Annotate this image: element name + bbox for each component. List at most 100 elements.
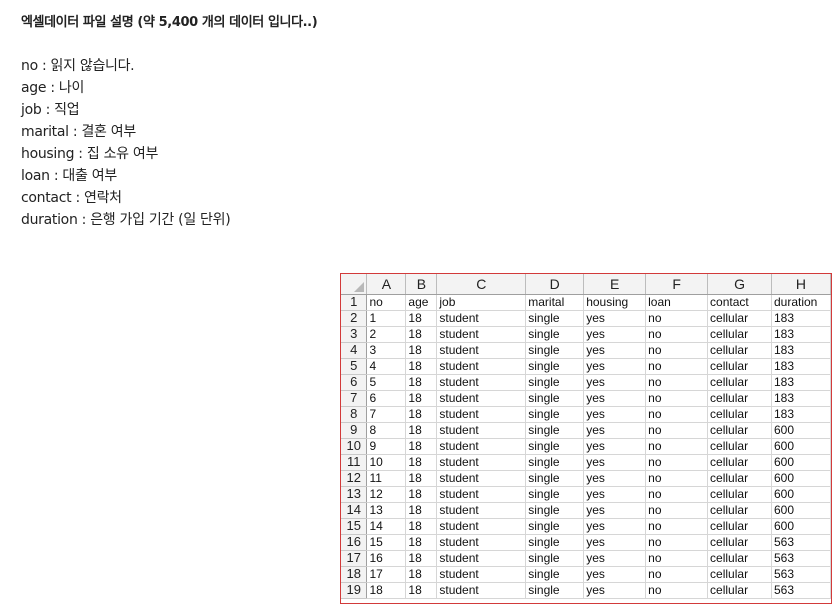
- table-cell: 15: [366, 534, 407, 551]
- table-cell: single: [525, 422, 585, 439]
- table-cell: cellular: [707, 550, 772, 567]
- table-cell: single: [525, 518, 585, 535]
- table-row: 3 2 18 student single yes no cellular 183: [341, 326, 831, 343]
- row-number: 14: [341, 502, 368, 519]
- table-cell: 600: [771, 422, 831, 439]
- table-cell: 18: [405, 550, 438, 567]
- table-cell: cellular: [707, 454, 772, 471]
- table-row: 17 16 18 student single yes no cellular 563: [341, 550, 831, 567]
- table-cell: student: [436, 550, 527, 567]
- table-cell: yes: [583, 550, 647, 567]
- table-cell: 600: [771, 486, 831, 503]
- table-cell: student: [436, 566, 527, 583]
- row-number: 8: [341, 406, 368, 423]
- table-cell: 18: [405, 470, 438, 487]
- table-cell: 11: [366, 470, 407, 487]
- table-cell: yes: [583, 358, 647, 375]
- table-cell: cellular: [707, 374, 772, 391]
- table-cell: no: [645, 374, 709, 391]
- table-cell: cellular: [707, 390, 772, 407]
- table-cell: 183: [771, 342, 831, 359]
- field-description-list: no : 읽지 않습니다. age : 나이 job : 직업 marital …: [21, 55, 231, 231]
- table-cell: 10: [366, 454, 407, 471]
- row-number: 9: [341, 422, 368, 439]
- table-row: 13 12 18 student single yes no cellular 600: [341, 486, 831, 503]
- table-cell: 18: [405, 326, 438, 343]
- header-cell: contact: [707, 294, 772, 311]
- table-row: 9 8 18 student single yes no cellular 600: [341, 422, 831, 439]
- table-row: 12 11 18 student single yes no cellular 600: [341, 470, 831, 487]
- table-cell: student: [436, 326, 527, 343]
- table-cell: single: [525, 406, 585, 423]
- table-cell: no: [645, 326, 709, 343]
- field-description: no : 읽지 않습니다.: [21, 58, 135, 74]
- table-cell: 17: [366, 566, 407, 583]
- table-cell: 4: [366, 358, 407, 375]
- column-header: D: [525, 274, 585, 295]
- table-cell: 18: [405, 390, 438, 407]
- table-cell: 16: [366, 550, 407, 567]
- table-cell: no: [645, 486, 709, 503]
- table-cell: student: [436, 358, 527, 375]
- table-cell: 600: [771, 454, 831, 471]
- row-number: 19: [341, 582, 368, 599]
- field-description: loan : 대출 여부: [21, 168, 117, 184]
- table-cell: no: [645, 550, 709, 567]
- table-cell: 18: [405, 534, 438, 551]
- table-cell: yes: [583, 454, 647, 471]
- column-header: E: [583, 274, 647, 295]
- table-cell: 563: [771, 566, 831, 583]
- table-cell: student: [436, 518, 527, 535]
- table-row: 8 7 18 student single yes no cellular 183: [341, 406, 831, 423]
- row-number: 3: [341, 326, 368, 343]
- table-cell: yes: [583, 566, 647, 583]
- table-cell: 6: [366, 390, 407, 407]
- field-description: job : 직업: [21, 102, 80, 118]
- table-cell: no: [645, 566, 709, 583]
- row-number: 2: [341, 310, 368, 327]
- table-cell: 183: [771, 326, 831, 343]
- row-number: 1: [341, 294, 368, 311]
- table-cell: single: [525, 502, 585, 519]
- table-row: 1 no age job marital housing loan contact durati…: [341, 294, 831, 311]
- table-row: 2 1 18 student single yes no cellular 183: [341, 310, 831, 327]
- table-row: 11 10 18 student single yes no cellular 600: [341, 454, 831, 471]
- row-number: 7: [341, 390, 368, 407]
- table-cell: cellular: [707, 326, 772, 343]
- field-description: age : 나이: [21, 80, 85, 96]
- header-cell: marital: [525, 294, 585, 311]
- table-cell: cellular: [707, 406, 772, 423]
- table-cell: 12: [366, 486, 407, 503]
- table-cell: no: [645, 406, 709, 423]
- table-cell: 5: [366, 374, 407, 391]
- table-cell: 18: [405, 406, 438, 423]
- table-cell: 18: [405, 502, 438, 519]
- table-cell: 3: [366, 342, 407, 359]
- table-cell: 18: [405, 374, 438, 391]
- table-cell: cellular: [707, 566, 772, 583]
- table-cell: cellular: [707, 342, 772, 359]
- table-cell: 8: [366, 422, 407, 439]
- table-cell: no: [645, 454, 709, 471]
- table-cell: yes: [583, 406, 647, 423]
- table-cell: 563: [771, 582, 831, 599]
- table-cell: 18: [405, 566, 438, 583]
- table-cell: student: [436, 454, 527, 471]
- row-number: 10: [341, 438, 368, 455]
- table-cell: student: [436, 374, 527, 391]
- table-cell: student: [436, 422, 527, 439]
- header-cell: loan: [645, 294, 709, 311]
- table-cell: no: [645, 438, 709, 455]
- table-cell: yes: [583, 326, 647, 343]
- table-cell: no: [645, 310, 709, 327]
- table-row: 4 3 18 student single yes no cellular 183: [341, 342, 831, 359]
- field-description: duration : 은행 가입 기간 (일 단위): [21, 212, 231, 228]
- table-cell: 18: [405, 486, 438, 503]
- row-number: 6: [341, 374, 368, 391]
- table-cell: 18: [405, 518, 438, 535]
- row-number: 17: [341, 550, 368, 567]
- column-header: F: [645, 274, 709, 295]
- table-cell: single: [525, 374, 585, 391]
- table-cell: no: [645, 518, 709, 535]
- table-cell: 18: [366, 582, 407, 599]
